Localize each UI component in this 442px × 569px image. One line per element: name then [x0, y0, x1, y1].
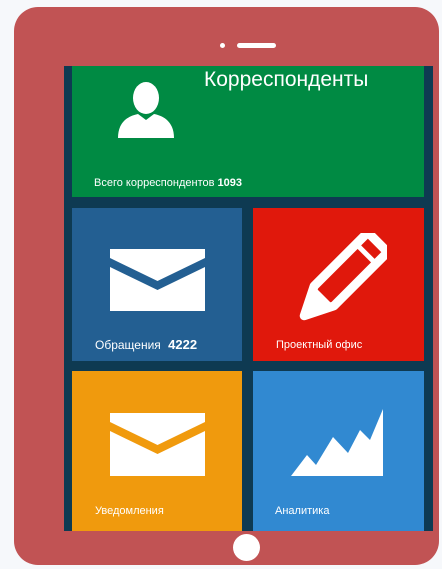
tile-analytics[interactable]: Аналитика [253, 371, 424, 531]
envelope-icon [110, 413, 205, 476]
correspondents-count: 1093 [217, 177, 242, 189]
analytics-caption: Аналитика [275, 505, 330, 517]
tile-correspondents[interactable]: Корреспонденты Всего корреспондентов 109… [72, 66, 424, 197]
tile-notifications[interactable]: Уведомления [72, 371, 242, 531]
tile-appeals-caption: Обращения 4222 [95, 337, 198, 353]
tablet-screen: Корреспонденты Всего корреспондентов 109… [64, 66, 433, 531]
project-office-caption: Проектный офис [276, 339, 363, 351]
camera-dot [220, 43, 225, 48]
user-icon [118, 82, 174, 138]
tile-appeals[interactable]: Обращения 4222 [72, 208, 242, 361]
tile-correspondents-caption: Всего корреспондентов 1093 [94, 176, 242, 190]
appeals-caption-text: Обращения [95, 338, 161, 352]
appeals-count: 4222 [168, 337, 198, 352]
correspondents-caption-text: Всего корреспондентов [94, 177, 215, 189]
tile-correspondents-title: Корреспонденты [204, 68, 369, 91]
notifications-caption: Уведомления [95, 505, 164, 517]
home-button[interactable] [233, 534, 260, 561]
chart-icon [291, 409, 383, 476]
speaker-slot [237, 43, 276, 48]
tile-project-office[interactable]: Проектный офис [253, 208, 424, 361]
envelope-icon [110, 249, 205, 311]
tablet-frame: Корреспонденты Всего корреспондентов 109… [14, 7, 439, 565]
pencil-icon [299, 233, 387, 321]
